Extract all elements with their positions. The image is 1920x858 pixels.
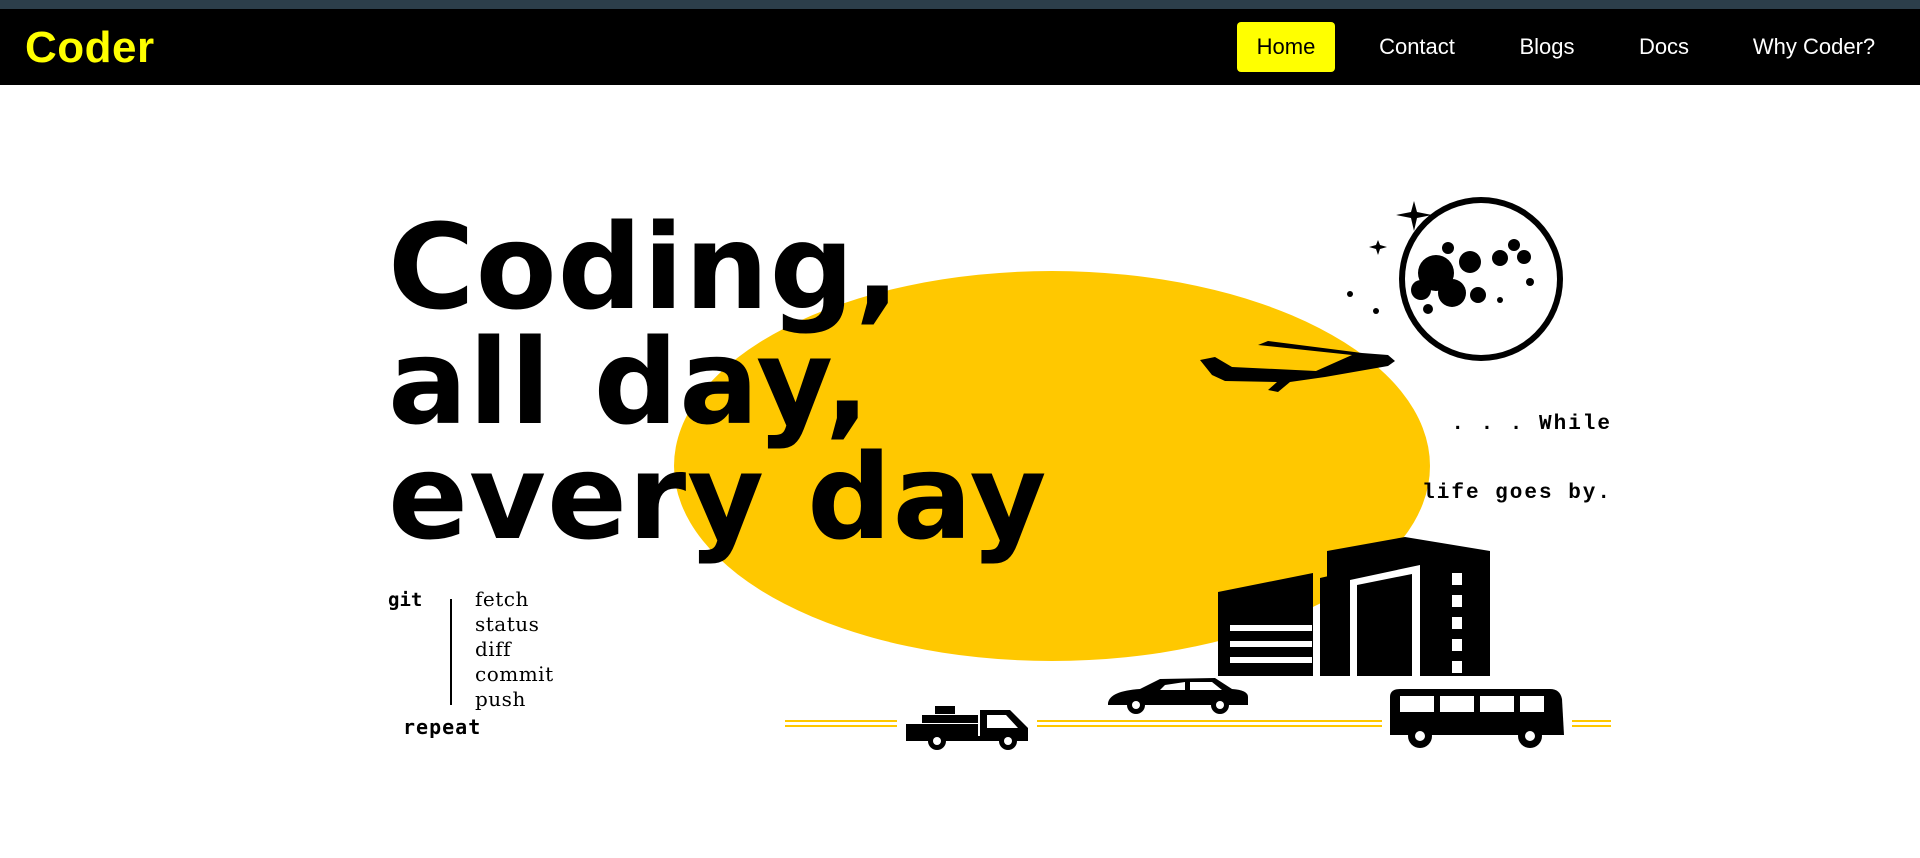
nav-home[interactable]: Home	[1237, 22, 1335, 72]
git-divider	[450, 599, 452, 705]
tagline: . . . While life goes by.	[1340, 367, 1612, 551]
tagline-line: . . . While	[1451, 413, 1612, 436]
hero-illustration: Coding, all day, every day git fetch sta…	[0, 85, 1920, 858]
headline-line: every day	[388, 428, 1048, 566]
git-repeat-label: repeat	[403, 715, 482, 739]
nav-blogs[interactable]: Blogs	[1500, 22, 1594, 72]
git-command: status	[475, 612, 540, 636]
git-label: git	[388, 589, 423, 611]
git-commands: fetch status diff commit push	[475, 587, 554, 712]
hero-headline: Coding, all day, every day	[388, 198, 1048, 566]
star-icon	[1373, 308, 1379, 314]
star-icon	[1369, 240, 1387, 255]
nav-docs[interactable]: Docs	[1624, 22, 1704, 72]
git-command: fetch	[475, 587, 529, 611]
car-icon	[1108, 678, 1248, 714]
navbar: Coder Home Contact Blogs Docs Why Coder?	[0, 9, 1920, 85]
tagline-line: life goes by.	[1422, 482, 1612, 505]
nav-why-coder[interactable]: Why Coder?	[1736, 22, 1892, 72]
headline-line: all day,	[388, 313, 871, 451]
bus-icon	[1390, 689, 1564, 748]
star-icon	[1347, 291, 1353, 297]
headline-line: Coding,	[388, 198, 901, 336]
top-strip	[0, 0, 1920, 9]
truck-icon	[906, 706, 1028, 750]
brand-logo[interactable]: Coder	[25, 23, 155, 73]
nav-contact[interactable]: Contact	[1364, 22, 1470, 72]
git-command: commit	[475, 662, 554, 686]
git-command: push	[475, 687, 526, 711]
moon-icon	[1399, 197, 1563, 361]
git-command: diff	[475, 637, 512, 661]
